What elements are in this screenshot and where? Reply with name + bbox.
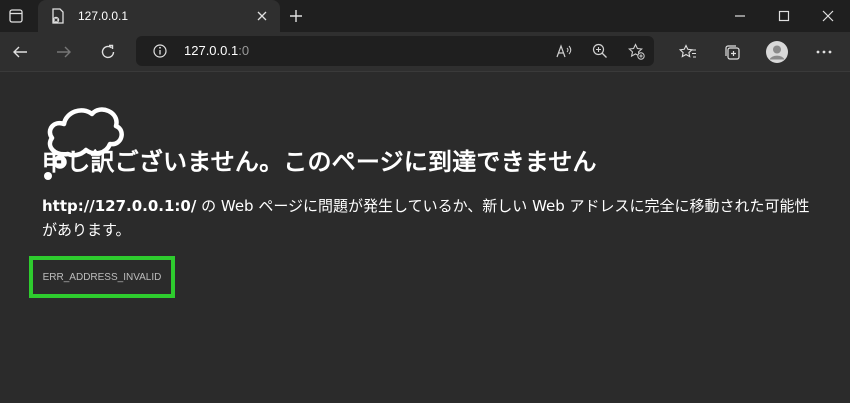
- error-url: http://127.0.0.1:0/: [42, 197, 197, 215]
- new-tab-button[interactable]: [286, 6, 306, 26]
- read-aloud-icon[interactable]: [554, 41, 574, 61]
- address-url[interactable]: 127.0.0.1:0: [184, 43, 249, 58]
- url-host: 127.0.0.1: [184, 43, 239, 58]
- profile-avatar[interactable]: [764, 39, 790, 65]
- error-code: ERR_ADDRESS_INVALID: [42, 271, 162, 283]
- error-description: http://127.0.0.1:0/ の Web ページに問題が発生しているか…: [42, 194, 822, 242]
- forward-icon[interactable]: [52, 40, 76, 64]
- active-tab[interactable]: 127.0.0.1: [38, 0, 280, 32]
- add-favorite-icon[interactable]: [626, 41, 646, 61]
- collections-icon[interactable]: [720, 40, 744, 64]
- address-bar[interactable]: 127.0.0.1:0: [136, 36, 654, 66]
- maximize-button[interactable]: [762, 0, 806, 32]
- error-heading: 申し訳ございません。このページに到達できません: [42, 148, 597, 176]
- refresh-icon[interactable]: [96, 40, 120, 64]
- close-tab-icon[interactable]: [254, 8, 270, 24]
- url-port: :0: [238, 43, 250, 58]
- tab-title: 127.0.0.1: [78, 9, 129, 23]
- minimize-button[interactable]: [718, 0, 762, 32]
- tab-actions-icon[interactable]: [6, 6, 26, 26]
- close-window-button[interactable]: [806, 0, 850, 32]
- page-error-icon: [50, 8, 66, 24]
- error-code-highlight: ERR_ADDRESS_INVALID: [29, 256, 175, 298]
- tab-strip: 127.0.0.1: [0, 0, 850, 32]
- zoom-icon[interactable]: [590, 41, 610, 61]
- site-info-icon[interactable]: [152, 43, 168, 59]
- favorites-icon[interactable]: [676, 40, 700, 64]
- back-icon[interactable]: [8, 40, 32, 64]
- more-options-icon[interactable]: [812, 40, 836, 64]
- navigation-toolbar: 127.0.0.1:0: [0, 32, 850, 72]
